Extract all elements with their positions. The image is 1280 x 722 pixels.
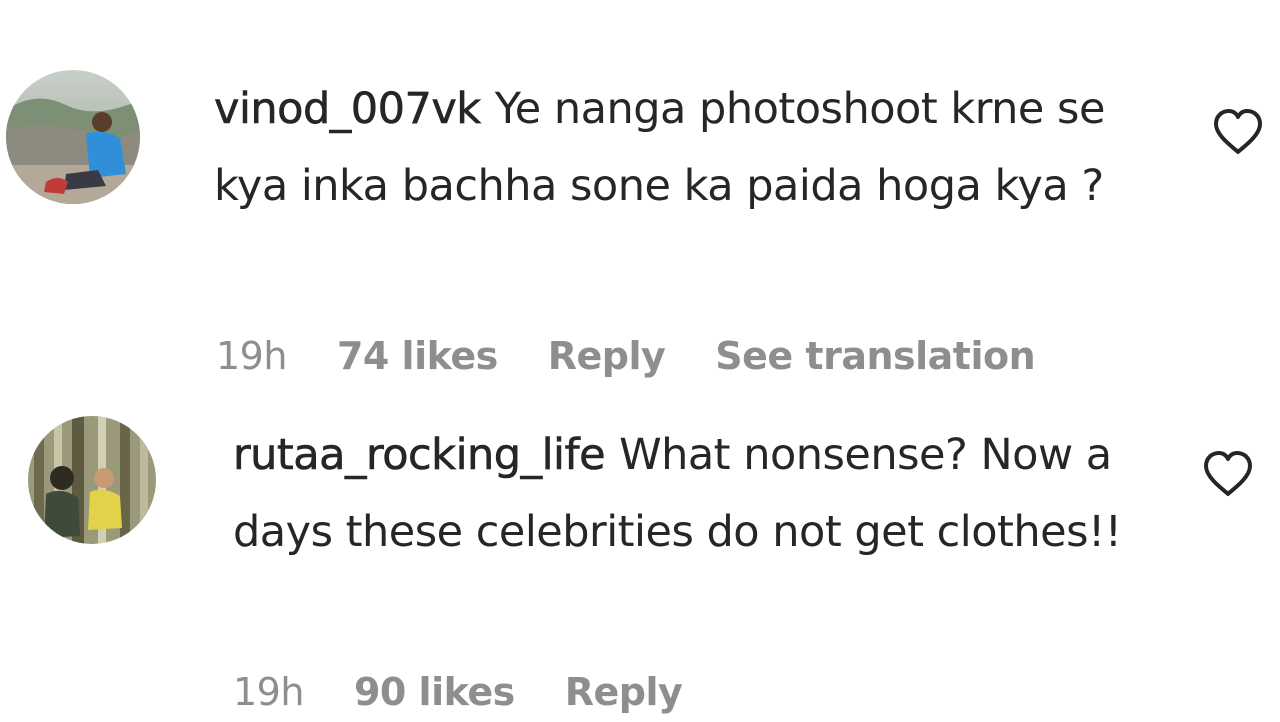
reply-button[interactable]: Reply — [548, 334, 666, 378]
heart-outline-icon — [1204, 451, 1252, 496]
like-button[interactable] — [1212, 108, 1264, 156]
likes-count[interactable]: 74 likes — [337, 334, 498, 378]
reply-button[interactable]: Reply — [565, 670, 683, 714]
avatar[interactable] — [28, 416, 156, 544]
comment-timestamp[interactable]: 19h — [216, 334, 287, 378]
comment-username[interactable]: vinod_007vk — [214, 84, 482, 135]
comment-body: vinod_007vk Ye nanga photoshoot krne se k… — [214, 71, 1174, 225]
comment-body: rutaa_rocking_life What nonsense? Now a d… — [233, 417, 1173, 571]
user-avatar-photo-icon — [28, 416, 156, 544]
comment-username[interactable]: rutaa_rocking_life — [233, 430, 606, 481]
user-avatar-photo-icon — [6, 70, 140, 204]
comment-timestamp[interactable]: 19h — [233, 670, 304, 714]
heart-outline-icon — [1214, 109, 1262, 154]
see-translation-button[interactable]: See translation — [715, 334, 1035, 378]
avatar[interactable] — [6, 70, 140, 204]
like-button[interactable] — [1202, 450, 1254, 498]
comment-meta: 19h 90 likes Reply — [233, 670, 732, 722]
comment-meta: 19h 74 likes Reply See translation — [216, 334, 1085, 384]
likes-count[interactable]: 90 likes — [354, 670, 515, 714]
